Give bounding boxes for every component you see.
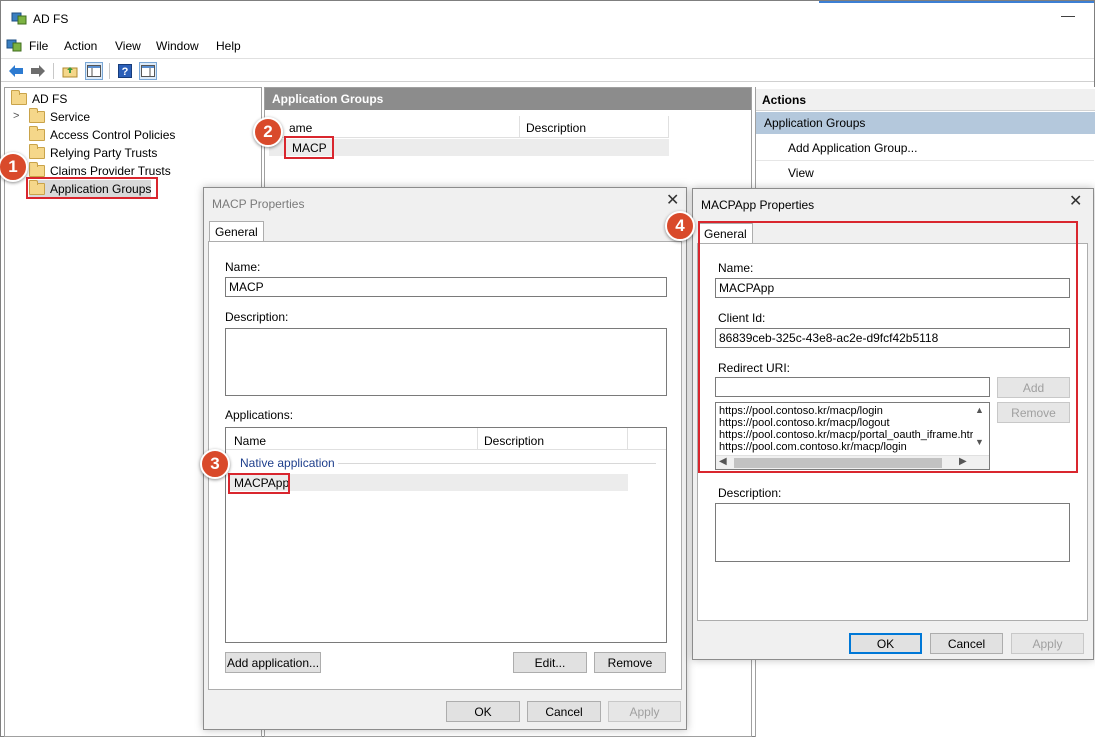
title-accent-line — [819, 1, 1094, 3]
close-icon[interactable]: ✕ — [666, 193, 679, 209]
close-icon[interactable]: ✕ — [1069, 194, 1082, 210]
applications-list[interactable]: Name Description Native application MACP… — [225, 427, 667, 643]
console-tree-icon — [87, 65, 101, 77]
column-description[interactable]: Description — [484, 434, 544, 448]
svg-text:?: ? — [122, 66, 129, 78]
general-tab-page: Name: MACP Description: Applications: Na… — [208, 241, 682, 690]
apply-button[interactable]: Apply — [1011, 633, 1084, 654]
macpapp-properties-dialog: MACPApp Properties ✕ General Name: MACPA… — [692, 188, 1094, 660]
menu-action[interactable]: Action — [64, 39, 97, 53]
tree-item-relying-party-trusts[interactable]: Relying Party Trusts — [29, 143, 158, 161]
applications-column-header: Name Description — [226, 428, 666, 450]
group-divider — [338, 463, 656, 464]
toolbar: ? — [1, 58, 1094, 82]
adfs-app-icon — [11, 12, 27, 25]
results-column-header: ame Description — [269, 116, 669, 138]
folder-up-icon — [62, 67, 78, 78]
action-add-application-group[interactable]: Add Application Group... — [788, 141, 917, 155]
step-badge-3: 3 — [200, 449, 230, 479]
highlight-box-macpapp — [228, 473, 290, 494]
dialog-title: MACP Properties — [212, 197, 305, 211]
adfs-main-window: AD FS — File Action View Window Help ? A… — [0, 0, 1095, 737]
ok-button[interactable]: OK — [446, 701, 520, 722]
tree-root-label: AD FS — [32, 91, 68, 106]
cancel-button[interactable]: Cancel — [527, 701, 601, 722]
chevron-right-icon[interactable]: > — [13, 110, 19, 122]
folder-icon — [11, 89, 27, 105]
back-button[interactable] — [7, 62, 25, 80]
tree-item-label: Claims Provider Trusts — [50, 163, 171, 178]
console-icon — [6, 39, 22, 52]
folder-icon — [29, 107, 45, 123]
tree-item-access-control-policies[interactable]: Access Control Policies — [29, 125, 176, 143]
column-separator — [477, 428, 478, 450]
description-label: Description: — [718, 486, 782, 500]
step-badge-4: 4 — [665, 211, 695, 241]
help-button[interactable]: ? — [116, 62, 134, 80]
step-badge-2: 2 — [253, 117, 283, 147]
column-description[interactable]: Description — [526, 121, 586, 135]
tree-item-label: Relying Party Trusts — [50, 145, 158, 160]
column-separator — [668, 116, 669, 138]
edit-button[interactable]: Edit... — [513, 652, 587, 673]
apply-button[interactable]: Apply — [608, 701, 681, 722]
forward-arrow-icon — [31, 65, 45, 77]
action-divider — [756, 160, 1094, 161]
toolbar-separator — [53, 63, 54, 79]
macp-properties-dialog: MACP Properties ✕ General Name: MACP Des… — [203, 187, 687, 730]
dialog-title: MACPApp Properties — [701, 198, 815, 212]
applications-label: Applications: — [225, 408, 294, 422]
back-arrow-icon — [9, 65, 23, 77]
action-view[interactable]: View — [788, 166, 814, 180]
menu-bar: File Action View Window Help — [1, 36, 1094, 56]
column-separator — [519, 116, 520, 138]
folder-icon — [29, 161, 45, 177]
results-pane-header: Application Groups — [265, 88, 751, 110]
action-pane-icon — [141, 65, 155, 77]
name-input[interactable]: MACP — [225, 277, 667, 297]
highlight-box-macp — [284, 136, 334, 159]
title-bar: AD FS — — [1, 1, 1094, 35]
tree-item-service[interactable]: Service — [29, 107, 91, 125]
tab-general[interactable]: General — [209, 221, 264, 242]
column-separator — [627, 428, 628, 450]
highlight-box-application-groups — [26, 177, 158, 199]
folder-icon — [29, 143, 45, 159]
tree-item-label: Access Control Policies — [50, 127, 176, 142]
description-label: Description: — [225, 310, 289, 324]
folder-icon — [29, 125, 45, 141]
menu-help[interactable]: Help — [216, 39, 241, 53]
menu-file[interactable]: File — [29, 39, 48, 53]
forward-button[interactable] — [29, 62, 47, 80]
description-textarea[interactable] — [225, 328, 667, 396]
window-title: AD FS — [33, 12, 69, 26]
show-tree-button[interactable] — [85, 62, 103, 80]
tree-root-adfs[interactable]: AD FS — [11, 89, 68, 107]
menu-view[interactable]: View — [115, 39, 141, 53]
highlight-box-general-settings — [698, 221, 1078, 473]
actions-header: Actions — [756, 89, 1095, 111]
actions-group-application-groups[interactable]: Application Groups — [756, 112, 1095, 134]
column-name[interactable]: ame — [289, 121, 312, 135]
minimize-icon[interactable]: — — [1061, 7, 1075, 23]
add-application-button[interactable]: Add application... — [225, 652, 321, 673]
name-label: Name: — [225, 260, 261, 274]
show-action-pane-button[interactable] — [139, 62, 157, 80]
menu-window[interactable]: Window — [156, 39, 199, 53]
up-folder-button[interactable] — [61, 62, 79, 80]
column-name[interactable]: Name — [234, 434, 266, 448]
description-textarea[interactable] — [715, 503, 1070, 562]
group-header-native-application: Native application — [240, 456, 335, 470]
ok-button[interactable]: OK — [849, 633, 922, 654]
remove-button[interactable]: Remove — [594, 652, 666, 673]
toolbar-separator — [109, 63, 110, 79]
cancel-button[interactable]: Cancel — [930, 633, 1003, 654]
tree-item-label: Service — [50, 109, 91, 124]
help-icon: ? — [118, 64, 132, 78]
